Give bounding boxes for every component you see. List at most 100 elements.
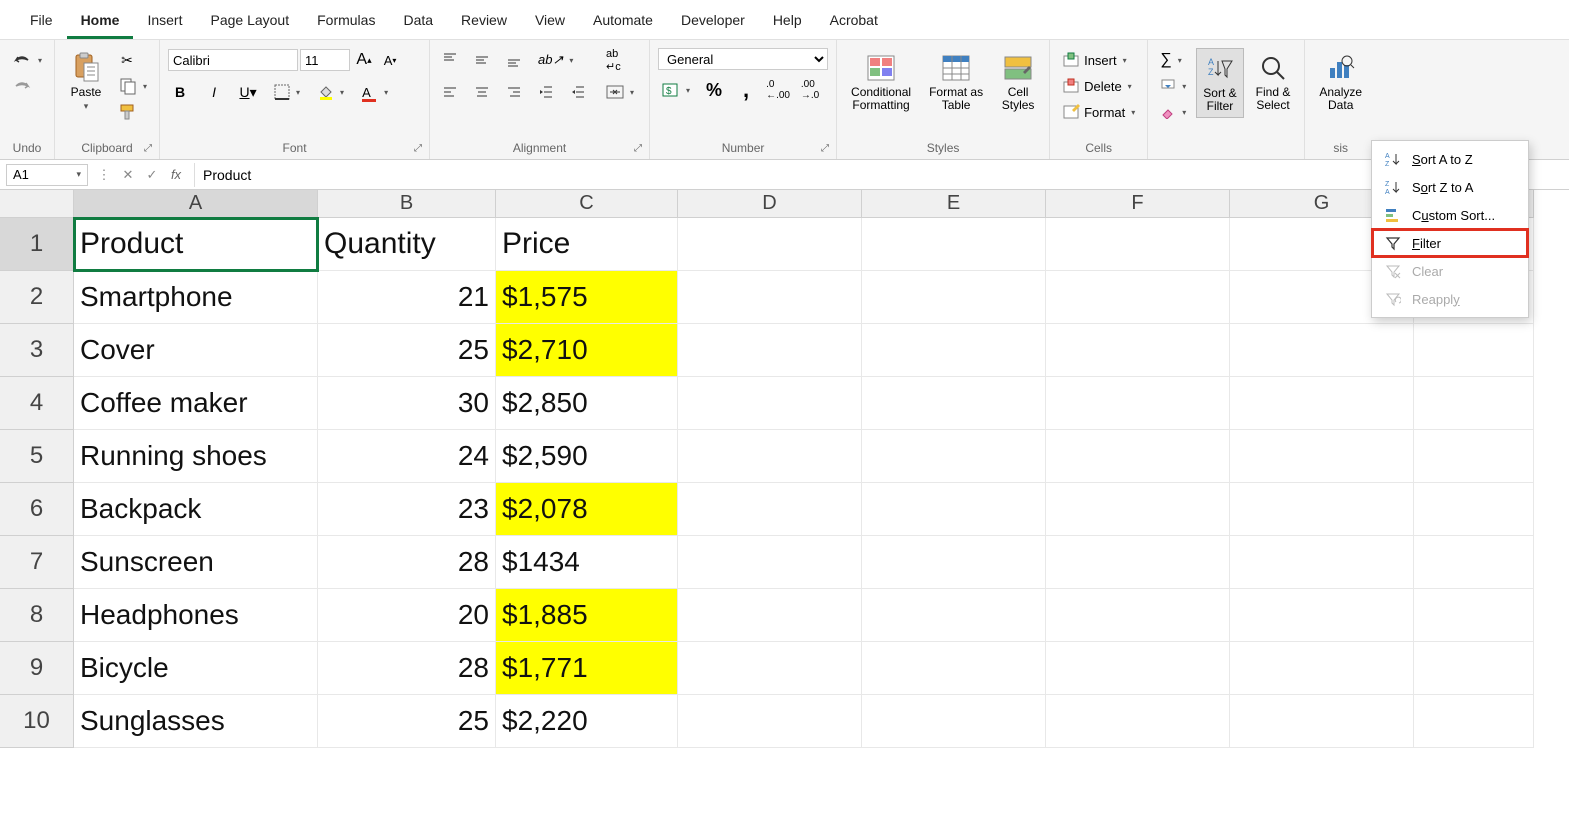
cell-B3[interactable]: 25: [318, 324, 496, 377]
cell-F3[interactable]: [1046, 324, 1230, 377]
cell-H7[interactable]: [1414, 536, 1534, 589]
cell-E6[interactable]: [862, 483, 1046, 536]
dialog-launcher-icon[interactable]: ⤢: [818, 141, 832, 155]
conditional-formatting-button[interactable]: Conditional Formatting: [845, 48, 917, 116]
cell-D2[interactable]: [678, 271, 862, 324]
insert-cells-button[interactable]: Insert▾: [1058, 48, 1139, 72]
cell-E10[interactable]: [862, 695, 1046, 748]
cell-D4[interactable]: [678, 377, 862, 430]
decrease-indent-button[interactable]: [534, 80, 558, 104]
cell-G6[interactable]: [1230, 483, 1414, 536]
cell-F10[interactable]: [1046, 695, 1230, 748]
cell-B5[interactable]: 24: [318, 430, 496, 483]
cell-D9[interactable]: [678, 642, 862, 695]
cancel-button[interactable]: ✕: [116, 163, 140, 187]
undo-button[interactable]: ▾: [8, 48, 46, 72]
format-as-table-button[interactable]: Format as Table: [923, 48, 989, 116]
cell-F6[interactable]: [1046, 483, 1230, 536]
cell-G5[interactable]: [1230, 430, 1414, 483]
row-header[interactable]: 3: [0, 324, 74, 377]
cell-F1[interactable]: [1046, 218, 1230, 271]
align-top-button[interactable]: [438, 48, 462, 72]
align-left-button[interactable]: [438, 80, 462, 104]
cell-B1[interactable]: Quantity: [318, 218, 496, 271]
cell-B4[interactable]: 30: [318, 377, 496, 430]
cell-A10[interactable]: Sunglasses: [74, 695, 318, 748]
row-header[interactable]: 6: [0, 483, 74, 536]
sort-filter-button[interactable]: AZ Sort & Filter: [1196, 48, 1243, 118]
dialog-launcher-icon[interactable]: ⤢: [631, 141, 645, 155]
copy-button[interactable]: ▾: [115, 74, 151, 98]
cell-B7[interactable]: 28: [318, 536, 496, 589]
italic-button[interactable]: I: [202, 80, 226, 104]
cell-G10[interactable]: [1230, 695, 1414, 748]
cell-E4[interactable]: [862, 377, 1046, 430]
cut-button[interactable]: ✂: [115, 48, 139, 72]
format-cells-button[interactable]: Format▾: [1058, 100, 1139, 124]
filter-item[interactable]: Filter: [1372, 229, 1528, 257]
cell-C4[interactable]: $2,850: [496, 377, 678, 430]
cell-D5[interactable]: [678, 430, 862, 483]
cell-G8[interactable]: [1230, 589, 1414, 642]
row-header[interactable]: 1: [0, 218, 74, 271]
cell-F9[interactable]: [1046, 642, 1230, 695]
formula-input[interactable]: [194, 163, 1569, 187]
clear-button[interactable]: ▾: [1156, 100, 1190, 124]
menu-insert[interactable]: Insert: [133, 4, 196, 39]
wrap-text-button[interactable]: ab↵c: [602, 48, 638, 72]
cell-E8[interactable]: [862, 589, 1046, 642]
cell-A7[interactable]: Sunscreen: [74, 536, 318, 589]
fill-button[interactable]: ▾: [1156, 74, 1190, 98]
row-header[interactable]: 4: [0, 377, 74, 430]
menu-data[interactable]: Data: [389, 4, 447, 39]
analyze-data-button[interactable]: Analyze Data: [1313, 48, 1368, 116]
cell-B9[interactable]: 28: [318, 642, 496, 695]
underline-button[interactable]: U ▾: [236, 80, 260, 104]
redo-button[interactable]: [8, 74, 46, 98]
column-header-A[interactable]: A: [74, 190, 318, 218]
cell-D3[interactable]: [678, 324, 862, 377]
cell-H5[interactable]: [1414, 430, 1534, 483]
align-right-button[interactable]: [502, 80, 526, 104]
menu-formulas[interactable]: Formulas: [303, 4, 389, 39]
orientation-button[interactable]: ab↗▾: [534, 48, 577, 72]
cell-A2[interactable]: Smartphone: [74, 271, 318, 324]
column-header-F[interactable]: F: [1046, 190, 1230, 218]
menu-developer[interactable]: Developer: [667, 4, 759, 39]
select-all-corner[interactable]: [0, 190, 74, 218]
cell-E2[interactable]: [862, 271, 1046, 324]
font-size-select[interactable]: [300, 49, 350, 71]
cell-A8[interactable]: Headphones: [74, 589, 318, 642]
dialog-launcher-icon[interactable]: ⤢: [411, 141, 425, 155]
cell-A9[interactable]: Bicycle: [74, 642, 318, 695]
cell-A1[interactable]: Product: [74, 218, 318, 271]
three-dots-button[interactable]: ⋮: [92, 163, 116, 187]
cell-E5[interactable]: [862, 430, 1046, 483]
cell-A3[interactable]: Cover: [74, 324, 318, 377]
bold-button[interactable]: B: [168, 80, 192, 104]
cell-A4[interactable]: Coffee maker: [74, 377, 318, 430]
cell-F2[interactable]: [1046, 271, 1230, 324]
cell-C1[interactable]: Price: [496, 218, 678, 271]
cell-D10[interactable]: [678, 695, 862, 748]
cell-H6[interactable]: [1414, 483, 1534, 536]
cell-E9[interactable]: [862, 642, 1046, 695]
decrease-font-button[interactable]: A▾: [378, 48, 402, 72]
menu-acrobat[interactable]: Acrobat: [816, 4, 892, 39]
name-box[interactable]: A1 ▾: [6, 164, 88, 186]
cell-F7[interactable]: [1046, 536, 1230, 589]
cell-E7[interactable]: [862, 536, 1046, 589]
row-header[interactable]: 7: [0, 536, 74, 589]
find-select-button[interactable]: Find & Select: [1250, 48, 1297, 116]
cell-B2[interactable]: 21: [318, 271, 496, 324]
menu-home[interactable]: Home: [67, 4, 134, 39]
cell-F4[interactable]: [1046, 377, 1230, 430]
increase-font-button[interactable]: A▴: [352, 48, 376, 72]
borders-button[interactable]: ▾: [270, 80, 304, 104]
sort-za-item[interactable]: ZA Sort Z to A: [1372, 173, 1528, 201]
column-header-B[interactable]: B: [318, 190, 496, 218]
cell-G9[interactable]: [1230, 642, 1414, 695]
sort-az-item[interactable]: AZ Sort A to Z: [1372, 145, 1528, 173]
cell-E3[interactable]: [862, 324, 1046, 377]
autosum-button[interactable]: ∑▾: [1156, 48, 1190, 72]
